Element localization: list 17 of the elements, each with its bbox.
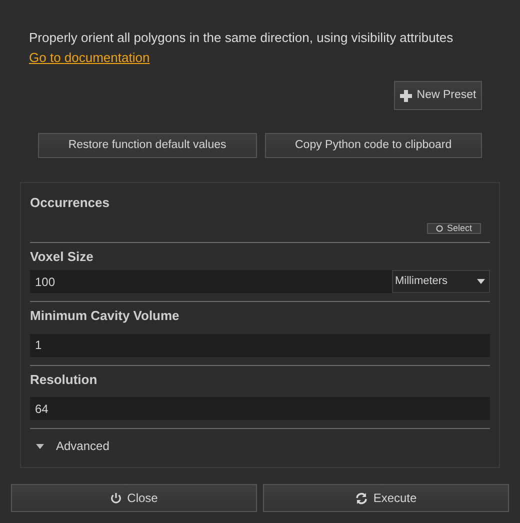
restore-defaults-button[interactable]: Restore function default values: [38, 133, 257, 158]
number-field[interactable]: 100: [30, 270, 392, 293]
description-text: Properly orient all polygons in the same direction, using visibility attributes: [29, 29, 454, 47]
number-field[interactable]: 64: [30, 397, 490, 420]
parameter-label: Minimum Cavity Volume: [30, 307, 180, 325]
documentation-link[interactable]: Go to documentation: [29, 50, 150, 64]
number-field[interactable]: 1: [30, 334, 490, 356]
parameter-label: Voxel Size: [30, 248, 94, 266]
close-button[interactable]: Close: [11, 484, 257, 512]
advanced-toggle[interactable]: Advanced: [30, 429, 490, 455]
parameter-label: Resolution: [30, 370, 98, 388]
execute-button[interactable]: Execute: [263, 484, 509, 512]
select-button[interactable]: Select: [426, 222, 481, 234]
parameter-label: Occurrences: [30, 194, 110, 212]
new-preset-button[interactable]: New Preset: [394, 81, 482, 110]
copy-code-button[interactable]: Copy Python code to clipboard: [264, 133, 482, 158]
unit-dropdown[interactable]: Millimeters: [392, 270, 490, 293]
